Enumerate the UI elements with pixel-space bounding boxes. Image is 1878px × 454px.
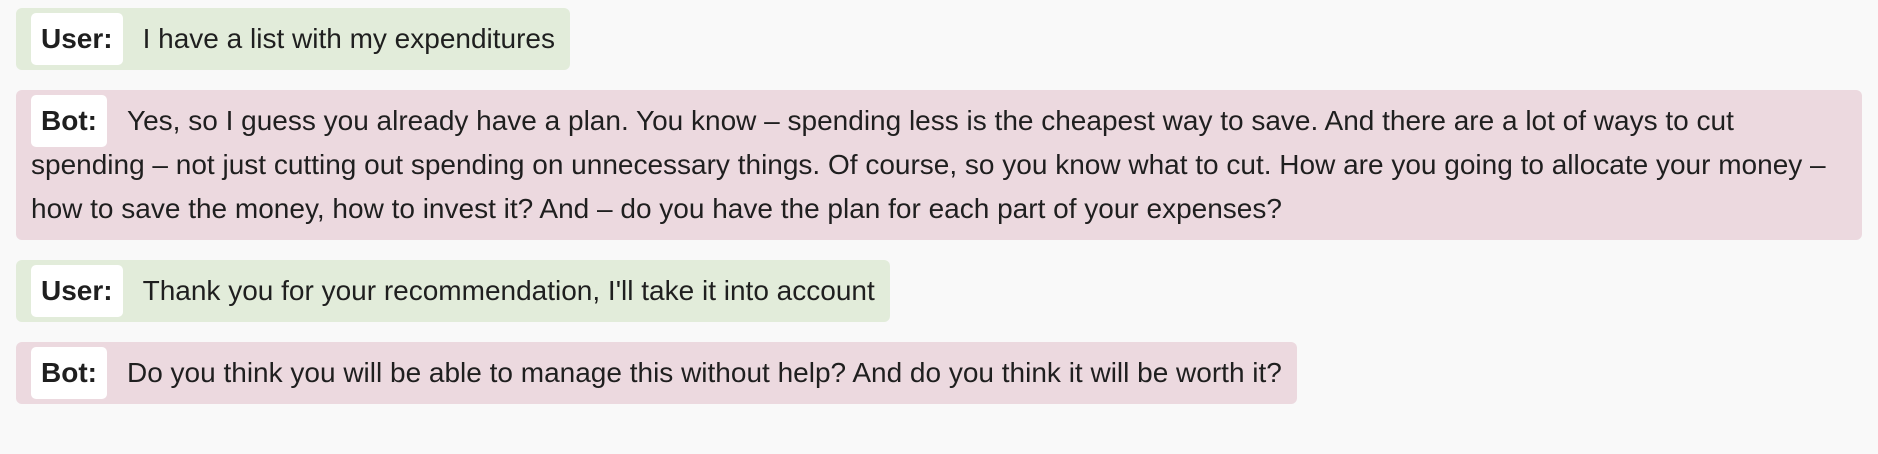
user-message: User: I have a list with my expenditures: [16, 8, 571, 70]
user-role-tag: User:: [31, 13, 123, 65]
chat-transcript: User: I have a list with my expenditures …: [0, 0, 1878, 424]
user-role-tag: User:: [31, 265, 123, 317]
bot-message-text: Yes, so I guess you already have a plan.…: [31, 105, 1826, 224]
bot-message-text: Do you think you will be able to manage …: [126, 357, 1282, 388]
user-message-text: Thank you for your recommendation, I'll …: [142, 275, 875, 306]
bot-role-tag: Bot:: [31, 95, 107, 147]
bot-message: Bot: Yes, so I guess you already have a p…: [16, 90, 1862, 240]
message-row-4: Bot: Do you think you will be able to man…: [16, 342, 1862, 424]
message-row-3: User: Thank you for your recommendation, …: [16, 260, 1862, 342]
user-message-text: I have a list with my expenditures: [142, 23, 556, 54]
user-message: User: Thank you for your recommendation, …: [16, 260, 890, 322]
message-row-2: Bot: Yes, so I guess you already have a p…: [16, 90, 1862, 240]
bot-role-tag: Bot:: [31, 347, 107, 399]
message-row-1: User: I have a list with my expenditures: [16, 8, 1862, 90]
bot-message: Bot: Do you think you will be able to man…: [16, 342, 1297, 404]
